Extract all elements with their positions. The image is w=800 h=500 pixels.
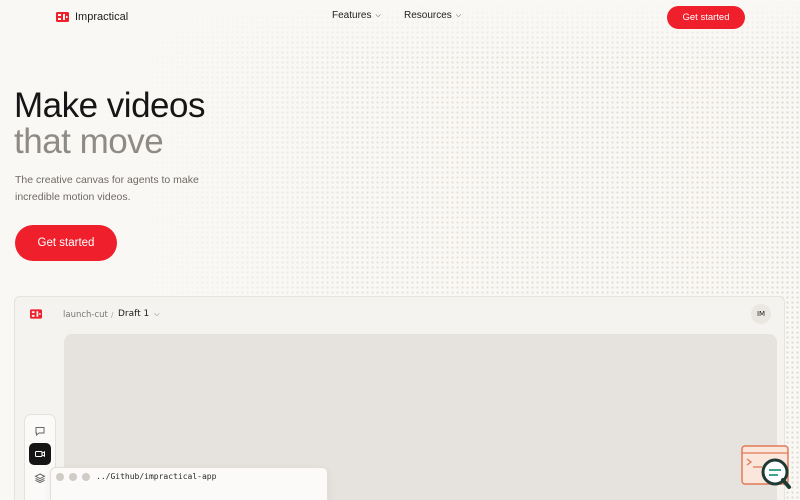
chevron-down-icon: ⌵ [154,309,160,318]
app-logo-icon [30,309,42,319]
window-close-dot[interactable] [56,473,64,481]
brand[interactable]: Impractical [56,10,128,24]
window-minimize-dot[interactable] [69,473,77,481]
chat-tool-button[interactable] [29,420,51,442]
layers-icon [34,473,46,484]
video-tool-button[interactable] [29,443,51,465]
search-widget-icon[interactable] [740,444,792,490]
nav-features-label: Features [332,10,372,21]
get-started-button-nav[interactable]: Get started [667,6,745,29]
avatar[interactable]: IM [751,304,771,324]
nav-resources[interactable]: Resources ⌵ [404,10,461,21]
hero-subtitle: The creative canvas for agents to make i… [15,174,199,203]
video-icon [35,450,45,458]
brand-logo-icon [56,12,69,22]
chevron-down-icon: ⌵ [455,11,462,19]
nav-resources-label: Resources [404,10,452,21]
get-started-button-hero[interactable]: Get started [15,225,117,261]
project-name[interactable]: launch-cut [63,310,108,320]
hero-title-secondary: that move [14,122,164,161]
terminal-path: ../Github/impractical-app [96,472,217,481]
window-maximize-dot[interactable] [82,473,90,481]
nav-features[interactable]: Features ⌵ [332,10,381,21]
brand-name: Impractical [75,11,129,23]
chevron-down-icon: ⌵ [375,11,381,19]
layers-tool-button[interactable] [29,467,51,489]
draft-label: Draft 1 [118,309,150,319]
hero-title: Make videos [14,86,205,125]
chat-icon [35,427,45,437]
draft-selector[interactable]: Draft 1 ⌵ [118,309,160,319]
breadcrumb-separator: / [111,310,114,320]
